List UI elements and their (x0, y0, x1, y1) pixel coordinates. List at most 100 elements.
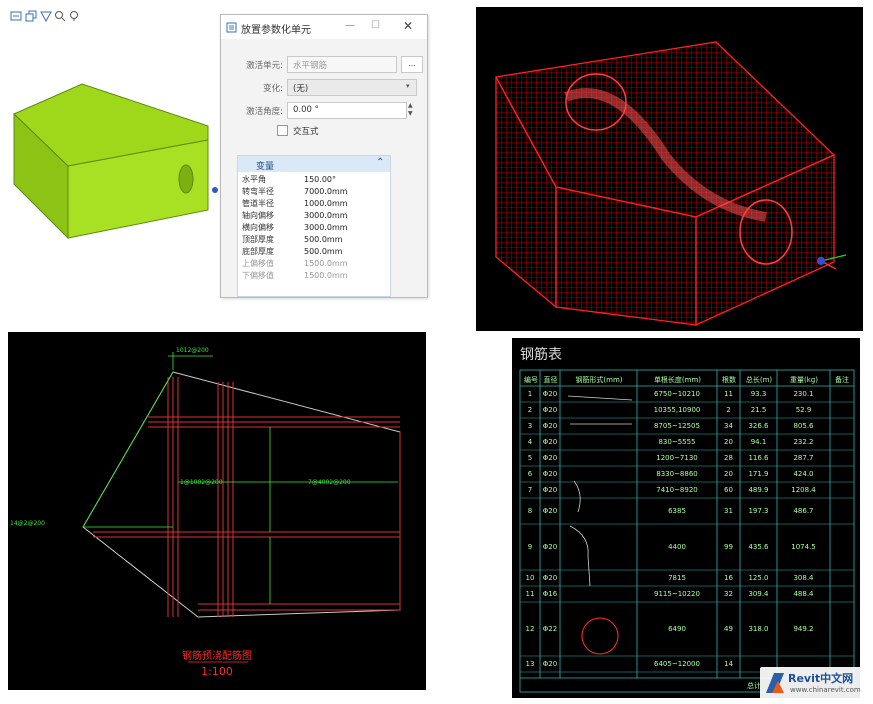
table-cell: Φ20 (542, 422, 558, 430)
col-header-diameter: 直径 (543, 376, 558, 384)
table-cell: 9115~10220 (654, 590, 700, 598)
cell-icon (226, 22, 237, 33)
table-cell: 14 (724, 660, 733, 668)
active-cell-field[interactable]: 水平钢筋 (287, 56, 397, 73)
panel-3d-wireframe (476, 7, 863, 331)
drawing-title: 钢筋预浇配筋图 (182, 649, 252, 662)
variable-row-disabled: 上偏移值 1500.0mm (242, 259, 348, 268)
table-row-id: 12 (525, 625, 535, 633)
table-cell: 94.1 (750, 438, 767, 446)
table-cell: 10355,10900 (653, 406, 701, 414)
collapse-icon[interactable]: ⌃ (376, 157, 384, 168)
table-cell: 8705~12505 (654, 422, 700, 430)
table-cell: 7410~8920 (656, 486, 698, 494)
close-icon[interactable]: ✕ (403, 19, 413, 33)
table-cell: 435.6 (748, 543, 769, 551)
table-row-id: 3 (527, 422, 533, 430)
table-cell: 1074.5 (791, 543, 816, 551)
angle-spinner[interactable]: ▲ ▼ (408, 102, 418, 119)
active-angle-input[interactable]: 0.00 ° (287, 102, 407, 119)
table-cell: 6385 (668, 507, 686, 515)
variable-row[interactable]: 轴向偏移 3000.0mm (242, 211, 348, 221)
table-cell: 489.9 (748, 486, 769, 494)
minimize-icon[interactable]: — (345, 20, 355, 31)
variable-row[interactable]: 水平角 150.00° (242, 175, 336, 185)
table-cell: 32 (724, 590, 733, 598)
dialog-titlebar[interactable]: 放置参数化单元 — ☐ ✕ (221, 15, 427, 39)
outline (82, 371, 401, 618)
table-cell: 805.6 (793, 422, 814, 430)
table-cell: Φ20 (542, 486, 558, 494)
variable-row[interactable]: 顶部厚度 500.0mm (242, 235, 343, 245)
maximize-icon[interactable]: ☐ (371, 20, 380, 31)
browse-cell-button[interactable]: ... (401, 56, 423, 73)
variable-row-disabled: 下偏移值 1500.0mm (242, 271, 348, 280)
variation-select[interactable]: (无) ▾ (287, 79, 417, 96)
table-cell: 326.6 (748, 422, 769, 430)
search-cell-icon[interactable] (54, 10, 66, 22)
select-icon[interactable] (10, 10, 22, 22)
table-row-id: 7 (527, 486, 533, 494)
table-cell: 20 (724, 470, 733, 478)
variation-label: 变化: (263, 84, 283, 94)
table-cell: Φ20 (542, 470, 558, 478)
table-cell: Φ20 (542, 507, 558, 515)
table-cell: 309.4 (748, 590, 769, 598)
variable-row[interactable]: 底部厚度 500.0mm (242, 247, 343, 257)
drawing-scale: 1:100 (201, 665, 233, 678)
table-cell: Φ20 (542, 543, 558, 551)
table-cell: 230.1 (793, 390, 814, 398)
table-cell: 232.2 (793, 438, 814, 446)
table-cell: 34 (724, 422, 733, 430)
table-cell: 318.0 (748, 625, 769, 633)
parametric-cell-model (13, 83, 218, 240)
table-cell: Φ20 (542, 574, 558, 582)
table-row-id: 10 (525, 574, 535, 582)
table-row-id: 5 (527, 454, 533, 462)
col-header-shape: 钢筋形式(mm) (575, 376, 623, 384)
variables-header[interactable]: 变量 ⌃ (238, 156, 390, 172)
table-cell: 949.2 (793, 625, 814, 633)
rebar-wireframe-view (494, 41, 847, 327)
rebar-plan-drawing: 1012@200 1@1002@200 7@4002@200 14@2@200 … (10, 347, 401, 678)
table-row-id: 1 (527, 390, 533, 398)
panel-modelling-ui: 放置参数化单元 — ☐ ✕ 激活单元: 水平钢筋 ... 变化: (无) ▾ 激… (8, 8, 428, 298)
table-row-id: 4 (527, 438, 533, 446)
edit-cell-icon[interactable] (40, 10, 52, 22)
panel-2d-drawing: 1012@200 1@1002@200 7@4002@200 14@2@200 … (8, 332, 426, 690)
active-cell-label: 激活单元: (246, 61, 283, 71)
table-cell: 830~5555 (658, 438, 696, 446)
col-header-remark: 备注 (835, 376, 849, 384)
table-cell: 197.3 (748, 507, 769, 515)
col-header-count: 根数 (722, 376, 736, 384)
table-cell: 486.7 (793, 507, 814, 515)
table-cell: 60 (724, 486, 733, 494)
watermark-url: www.chinarevit.com (790, 686, 861, 694)
dim-label-left: 14@2@200 (10, 520, 45, 527)
table-cell: Φ20 (542, 390, 558, 398)
table-cell: 171.9 (748, 470, 769, 478)
dim-label-top: 1012@200 (176, 347, 209, 354)
pipe-opening (178, 164, 194, 194)
interactive-checkbox[interactable] (277, 125, 288, 136)
table-cell: 52.9 (795, 406, 812, 414)
chevron-down-icon: ▾ (406, 82, 410, 90)
table-cell: 424.0 (793, 470, 814, 478)
place-cell-icon[interactable] (25, 10, 37, 22)
dim-label-1: 1@1002@200 (180, 479, 223, 486)
table-cell: Φ20 (542, 438, 558, 446)
variables-panel: 变量 ⌃ 水平角 150.00° 转弯半径 7000.0mm 管道半径 1000.0m… (237, 155, 391, 297)
col-header-length: 单根长度(mm) (653, 376, 702, 384)
table-row-id: 11 (525, 590, 535, 598)
panel-rebar-table: 钢筋表 编号 直径 钢筋形式(mm) 单根长度(mm) 根数 总长(m) 重量(… (512, 338, 860, 698)
table-cell: Φ20 (542, 660, 558, 668)
variable-row[interactable]: 管道半径 1000.0mm (242, 199, 348, 209)
table-cell: 16 (724, 574, 733, 582)
variable-row[interactable]: 转弯半径 7000.0mm (242, 187, 348, 197)
table-cell: 28 (724, 454, 733, 462)
variables-header-label: 变量 (256, 162, 275, 172)
info-icon[interactable] (68, 10, 80, 22)
variable-row[interactable]: 横向偏移 3000.0mm (242, 223, 348, 233)
table-cell: 1200~7130 (656, 454, 698, 462)
rebar-lines (93, 377, 401, 617)
